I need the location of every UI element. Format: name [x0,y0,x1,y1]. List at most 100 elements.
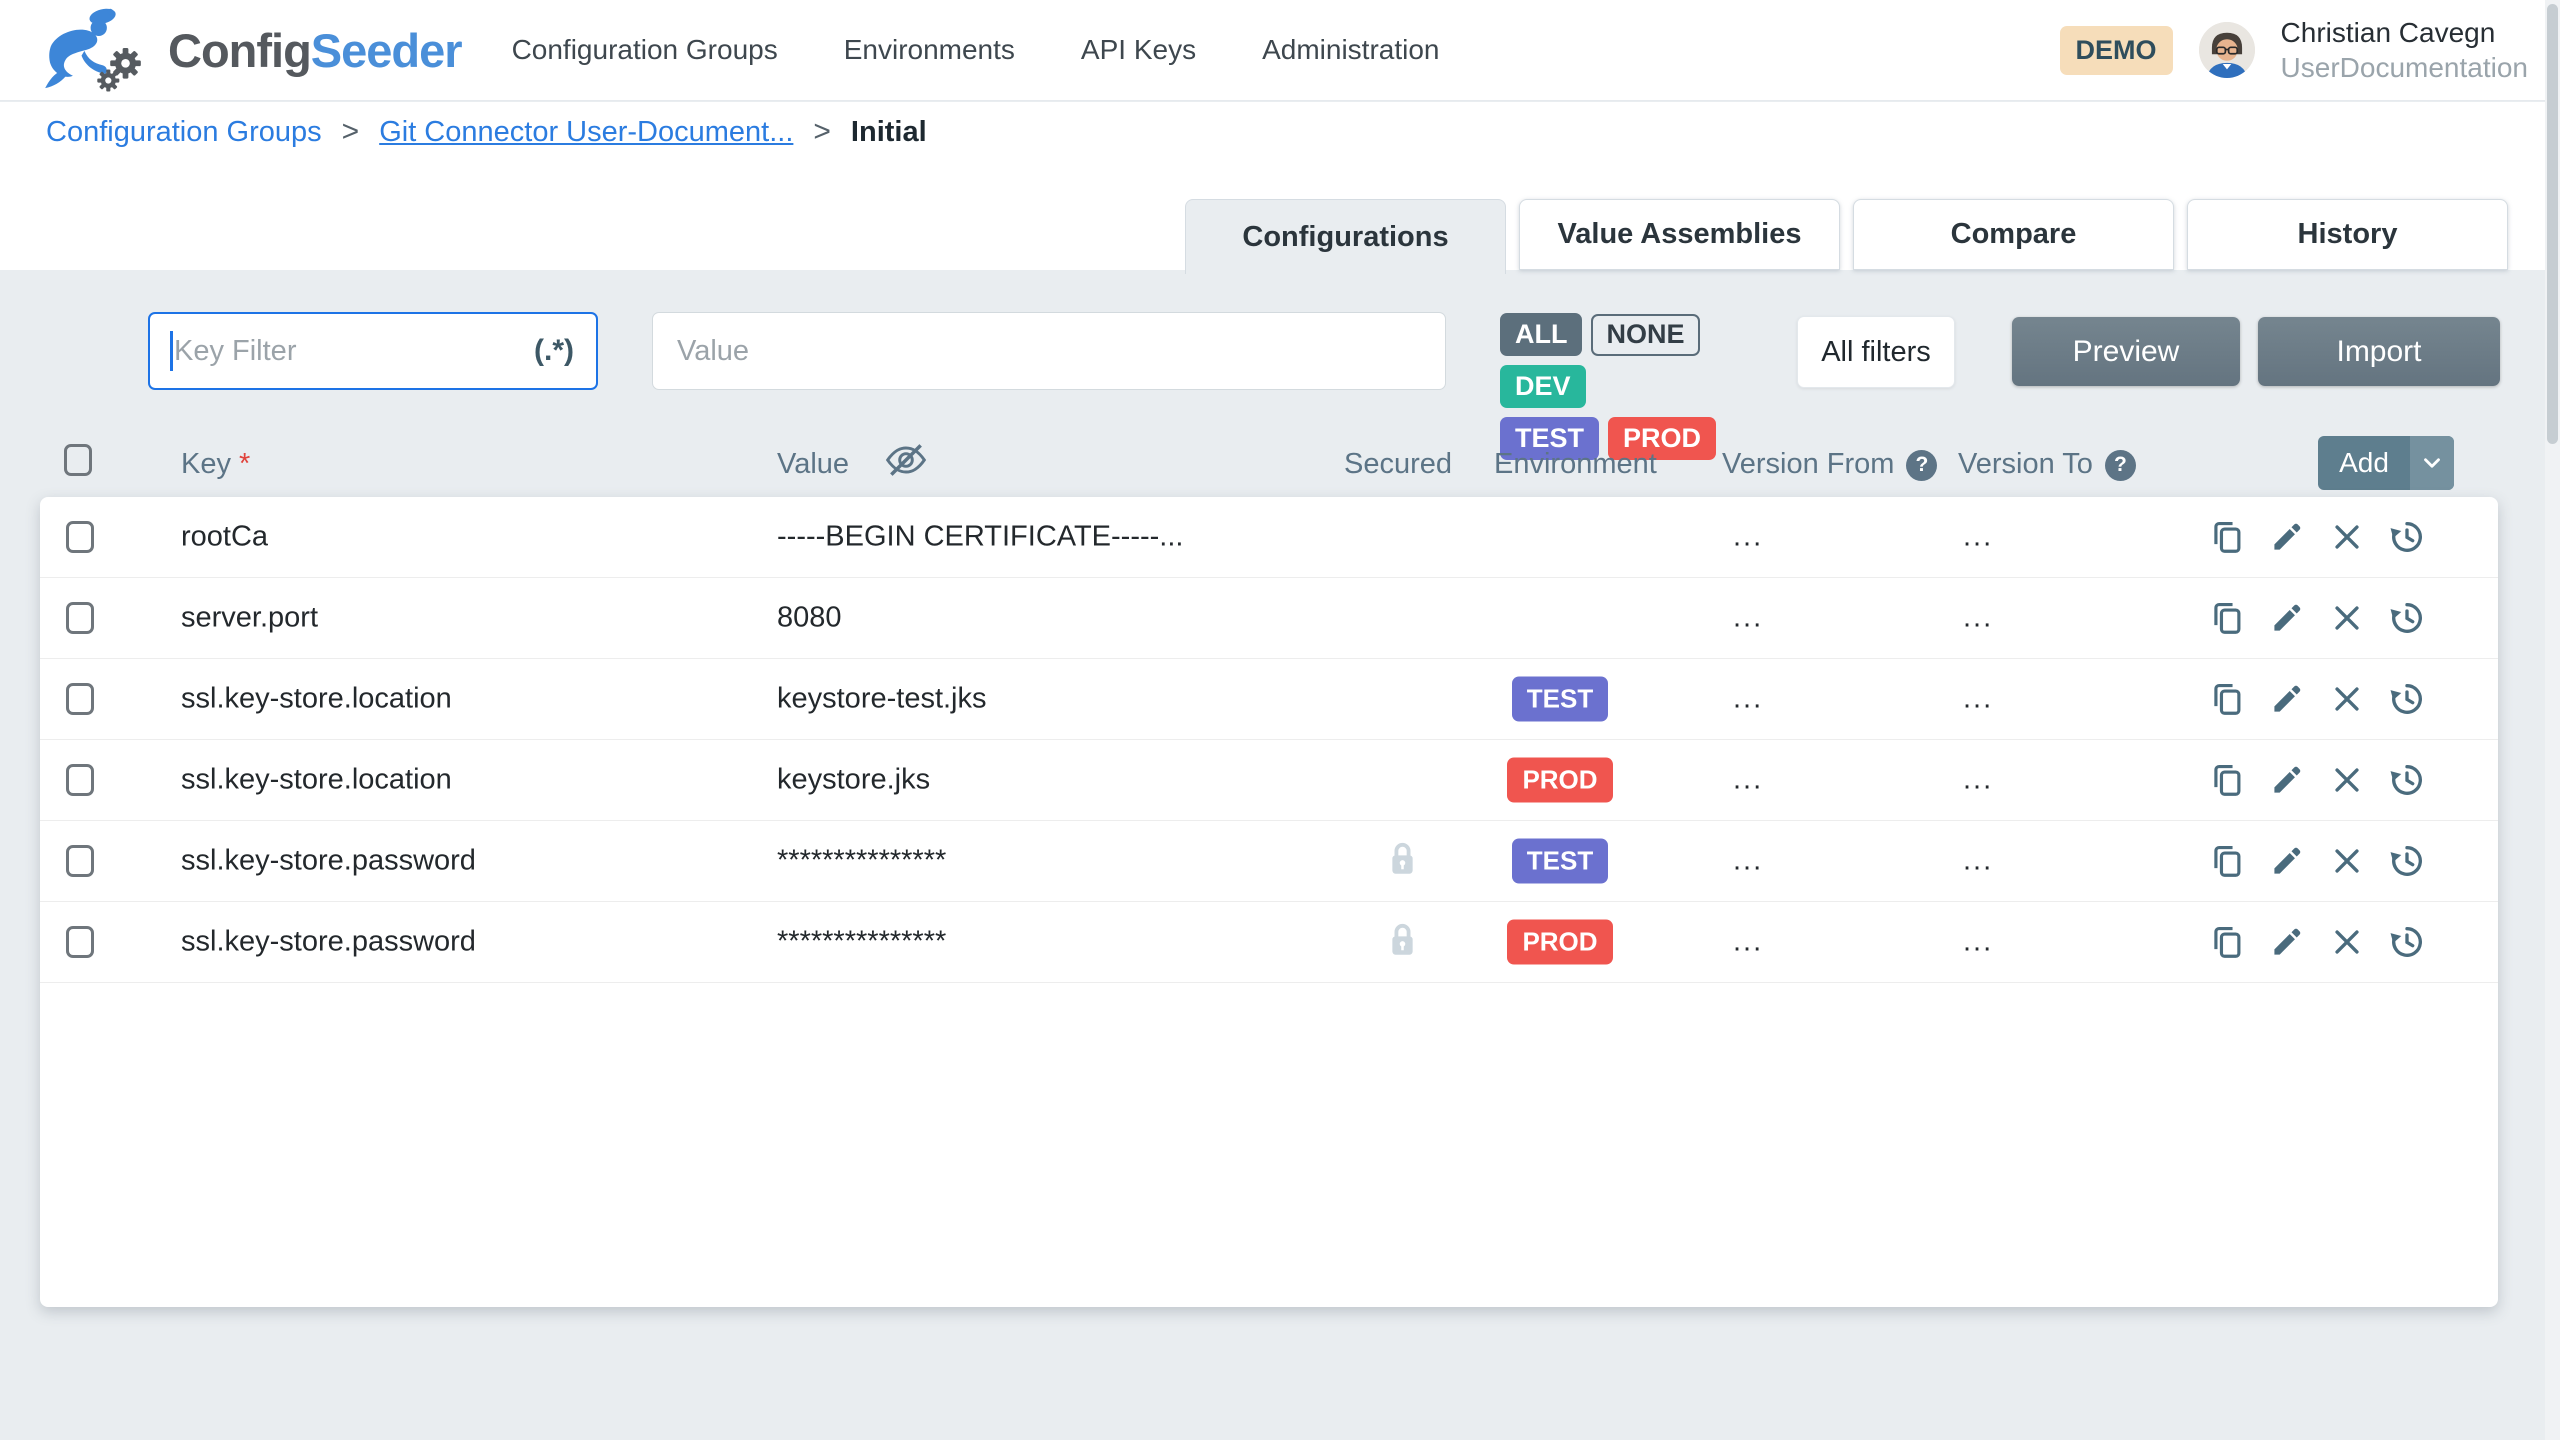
table-row: server.port 8080 ... ... [40,578,2498,659]
delete-icon[interactable] [2328,923,2366,961]
scrollbar-thumb[interactable] [2547,4,2558,444]
delete-icon[interactable] [2328,599,2366,637]
breadcrumb-configuration-group[interactable]: Git Connector User-Document... [379,116,793,149]
tab-value-assemblies[interactable]: Value Assemblies [1519,199,1840,270]
row-actions [2208,599,2426,637]
config-key: server.port [181,602,318,635]
breadcrumb-separator: > [813,115,831,149]
config-value: keystore.jks [777,764,930,797]
history-icon[interactable] [2388,518,2426,556]
key-filter-input[interactable] [148,312,598,390]
history-icon[interactable] [2388,842,2426,880]
row-actions [2208,680,2426,718]
environment-badge: PROD [1507,920,1612,965]
tab-compare[interactable]: Compare [1853,199,2174,270]
copy-icon[interactable] [2208,599,2246,637]
value-filter-input[interactable] [652,312,1446,390]
row-checkbox[interactable] [66,926,94,958]
environment-badge: PROD [1507,758,1612,803]
version-from-value: ... [1733,521,1763,554]
copy-icon[interactable] [2208,680,2246,718]
help-icon[interactable]: ? [1906,450,1937,481]
config-key: rootCa [181,521,268,554]
row-actions [2208,842,2426,880]
copy-icon[interactable] [2208,761,2246,799]
history-icon[interactable] [2388,923,2426,961]
column-header-environment: Environment [1494,448,1657,481]
copy-icon[interactable] [2208,923,2246,961]
edit-icon[interactable] [2268,518,2306,556]
eye-slash-icon[interactable] [884,442,928,483]
text-caret [170,331,173,371]
column-header-version-to: Version To? [1958,448,2136,481]
column-header-version-from: Version From? [1722,448,1937,481]
table-row: ssl.key-store.password *************** T… [40,821,2498,902]
demo-badge: DEMO [2060,26,2173,75]
tab-configurations[interactable]: Configurations [1185,199,1506,274]
env-toggle-all[interactable]: ALL [1500,313,1582,356]
column-header-key: Key* [181,448,250,481]
chevron-down-icon[interactable] [2410,436,2454,490]
nav-item-environments[interactable]: Environments [844,34,1015,66]
delete-icon[interactable] [2328,842,2366,880]
config-value: 8080 [777,602,842,635]
env-toggle-dev[interactable]: DEV [1500,365,1586,408]
copy-icon[interactable] [2208,842,2246,880]
row-actions [2208,923,2426,961]
env-toggle-none[interactable]: NONE [1591,314,1699,356]
table-row: ssl.key-store.location keystore.jks PROD… [40,740,2498,821]
delete-icon[interactable] [2328,680,2366,718]
required-marker: * [239,448,250,480]
breadcrumb-configuration-groups[interactable]: Configuration Groups [46,116,322,149]
add-button[interactable]: Add [2318,436,2454,490]
delete-icon[interactable] [2328,761,2366,799]
config-value: *************** [777,926,946,959]
history-icon[interactable] [2388,680,2426,718]
edit-icon[interactable] [2268,761,2306,799]
history-icon[interactable] [2388,761,2426,799]
tab-history[interactable]: History [2187,199,2508,270]
user-tenant: UserDocumentation [2281,50,2528,85]
configseeder-logo-icon [34,4,152,97]
edit-icon[interactable] [2268,599,2306,637]
edit-icon[interactable] [2268,680,2306,718]
all-filters-button[interactable]: All filters [1797,316,1955,388]
row-checkbox[interactable] [66,602,94,634]
row-checkbox[interactable] [66,764,94,796]
app-title: ConfigSeeder [168,23,462,78]
copy-icon[interactable] [2208,518,2246,556]
row-actions [2208,518,2426,556]
edit-icon[interactable] [2268,842,2306,880]
select-all-checkbox[interactable] [64,444,92,476]
table-row: ssl.key-store.location keystore-test.jks… [40,659,2498,740]
table-row: ssl.key-store.password *************** P… [40,902,2498,983]
user-name: Christian Cavegn [2281,15,2528,50]
nav-item-api-keys[interactable]: API Keys [1081,34,1196,66]
user-avatar[interactable] [2199,22,2255,78]
environment-badge: TEST [1512,677,1608,722]
regex-suffix: (.*) [534,334,574,368]
version-from-value: ... [1733,764,1763,797]
preview-button[interactable]: Preview [2012,317,2240,386]
user-info[interactable]: Christian Cavegn UserDocumentation [2281,15,2528,85]
delete-icon[interactable] [2328,518,2366,556]
lock-icon [1387,921,1418,964]
version-to-value: ... [1963,683,1993,716]
edit-icon[interactable] [2268,923,2306,961]
help-icon[interactable]: ? [2105,450,2136,481]
row-checkbox[interactable] [66,521,94,553]
history-icon[interactable] [2388,599,2426,637]
import-button[interactable]: Import [2258,317,2500,386]
nav-item-configuration-groups[interactable]: Configuration Groups [512,34,778,66]
row-checkbox[interactable] [66,845,94,877]
main-nav: Configuration Groups Environments API Ke… [512,34,1440,66]
config-value: keystore-test.jks [777,683,987,716]
scrollbar[interactable] [2545,0,2560,1440]
configurations-table: rootCa -----BEGIN CERTIFICATE-----... ..… [40,497,2498,1307]
top-bar: ConfigSeeder Configuration Groups Enviro… [0,0,2560,101]
column-header-value: Value [777,448,849,481]
version-from-value: ... [1733,926,1763,959]
brand[interactable]: ConfigSeeder [34,4,462,97]
nav-item-administration[interactable]: Administration [1262,34,1439,66]
row-checkbox[interactable] [66,683,94,715]
